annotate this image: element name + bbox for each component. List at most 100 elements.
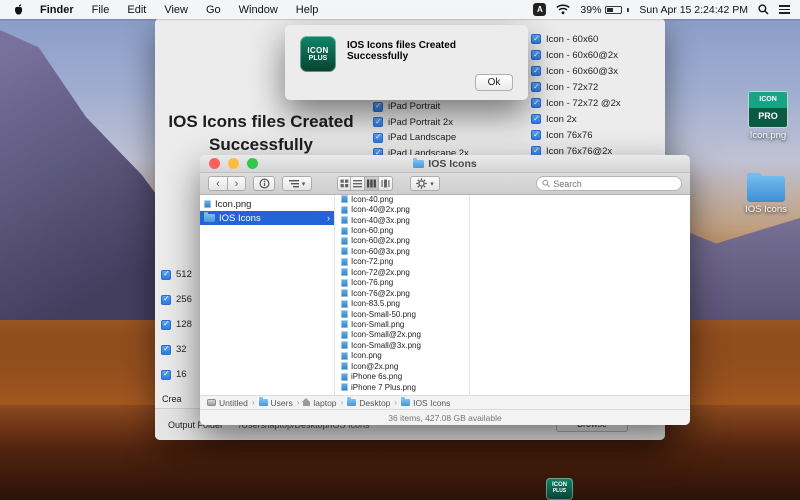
- checkbox-row[interactable]: Icon - 60x60@3x: [531, 63, 621, 79]
- file-row[interactable]: Icon-Small-50.png: [335, 309, 469, 319]
- checkbox-row[interactable]: 128: [161, 312, 192, 337]
- checkbox-checked[interactable]: [531, 114, 541, 124]
- back-button[interactable]: ‹: [208, 176, 227, 191]
- checkbox-checked[interactable]: [161, 319, 171, 330]
- checkbox-row[interactable]: 16: [161, 362, 192, 387]
- column-view-button[interactable]: [365, 176, 379, 191]
- checkbox-row[interactable]: Icon - 60x60@2x: [531, 47, 621, 63]
- desktop-icon-icon-png[interactable]: ICON PRO Icon.png: [740, 91, 796, 141]
- file-row[interactable]: Icon-76.png: [335, 278, 469, 288]
- checkbox-checked[interactable]: [531, 66, 541, 76]
- checkbox-checked[interactable]: [531, 98, 541, 108]
- checkbox-checked[interactable]: [161, 369, 171, 380]
- path-item-current-folder[interactable]: IOS Icons: [401, 397, 450, 408]
- folder-icon: [204, 212, 215, 222]
- checkbox-row[interactable]: Icon - 72x72: [531, 79, 621, 95]
- checkbox-checked[interactable]: [531, 130, 541, 140]
- list-item-selected[interactable]: IOS Icons ›: [200, 211, 334, 225]
- file-row[interactable]: Icon@2x.png: [335, 361, 469, 371]
- file-name: Icon.png: [215, 198, 252, 210]
- search-input[interactable]: [553, 178, 676, 189]
- dock-app-icon[interactable]: ICON PLUS: [546, 478, 573, 500]
- checkbox-label: 256: [176, 294, 192, 305]
- checkbox-row[interactable]: Icon - 60x60: [531, 31, 621, 47]
- icon-view-button[interactable]: [337, 176, 351, 191]
- checkbox-checked[interactable]: [373, 117, 383, 128]
- checkbox-label: Icon - 72x72: [546, 81, 599, 93]
- menu-item[interactable]: Edit: [118, 4, 155, 16]
- checkbox-row[interactable]: Icon - 72x72 @2x: [531, 95, 621, 111]
- apple-menu[interactable]: [0, 3, 31, 16]
- checkbox-row[interactable]: 256: [161, 287, 192, 312]
- forward-button[interactable]: ›: [227, 176, 246, 191]
- file-row[interactable]: Icon-40.png: [335, 195, 469, 204]
- checkbox-checked[interactable]: [531, 50, 541, 60]
- browser-column-2: Icon-40.png Icon-40@2x.png Icon-40@3x.pn…: [335, 195, 470, 395]
- file-row[interactable]: Icon-72@2x.png: [335, 267, 469, 277]
- checkbox-checked[interactable]: [161, 269, 171, 280]
- file-row[interactable]: iPhone 7 Plus.png: [335, 382, 469, 392]
- notification-center-icon[interactable]: [779, 5, 790, 14]
- checkbox-row[interactable]: iPad Portrait: [373, 99, 469, 115]
- file-row[interactable]: Icon-60@2x.png: [335, 236, 469, 246]
- close-button[interactable]: [209, 158, 220, 169]
- alert-dialog: ICON PLUS IOS Icons files Created Succes…: [285, 25, 528, 100]
- file-row[interactable]: Icon-76@2x.png: [335, 288, 469, 298]
- file-row[interactable]: Icon-60@3x.png: [335, 246, 469, 256]
- battery-indicator[interactable]: 39%: [580, 4, 630, 16]
- info-button[interactable]: [253, 176, 275, 191]
- ok-button[interactable]: Ok: [475, 74, 513, 91]
- list-item[interactable]: Icon.png: [200, 197, 334, 211]
- file-row[interactable]: Icon-72.png: [335, 257, 469, 267]
- checkbox-row[interactable]: iPad Landscape: [373, 130, 469, 146]
- finder-titlebar[interactable]: IOS Icons: [200, 155, 690, 173]
- menu-item[interactable]: Go: [197, 4, 230, 16]
- file-row[interactable]: Icon-60.png: [335, 225, 469, 235]
- file-row[interactable]: Icon-40@3x.png: [335, 215, 469, 225]
- zoom-button[interactable]: [247, 158, 258, 169]
- file-row[interactable]: Icon.png: [335, 351, 469, 361]
- list-view-button[interactable]: [351, 176, 365, 191]
- path-item-home[interactable]: laptop: [302, 398, 337, 408]
- wifi-icon[interactable]: [556, 4, 571, 15]
- checkbox-checked[interactable]: [161, 294, 171, 305]
- path-label: Users: [270, 397, 293, 408]
- checkbox-label: Icon 76x76: [546, 129, 593, 141]
- file-row[interactable]: Icon-Small.png: [335, 319, 469, 329]
- menu-item[interactable]: Help: [287, 4, 328, 16]
- minimize-button[interactable]: [228, 158, 239, 169]
- menu-item[interactable]: View: [155, 4, 197, 16]
- app-menu-finder[interactable]: Finder: [31, 4, 83, 16]
- file-row[interactable]: Icon-83.5.png: [335, 298, 469, 308]
- checkbox-row[interactable]: 512: [161, 262, 192, 287]
- action-button[interactable]: ▾: [410, 176, 440, 191]
- checkbox-row[interactable]: Icon 76x76: [531, 127, 621, 143]
- file-row[interactable]: Icon-40@2x.png: [335, 204, 469, 214]
- desktop-icon-ios-icons-folder[interactable]: IOS Icons: [738, 172, 794, 215]
- file-name: Icon-83.5.png: [351, 299, 400, 309]
- checkbox-checked[interactable]: [161, 344, 171, 355]
- path-item-desktop[interactable]: Desktop: [347, 397, 390, 408]
- checkbox-checked[interactable]: [373, 132, 383, 143]
- input-source-icon[interactable]: A: [533, 3, 547, 16]
- path-item-users[interactable]: Users: [258, 397, 293, 408]
- menu-item[interactable]: Window: [230, 4, 287, 16]
- menu-item[interactable]: File: [83, 4, 119, 16]
- checkbox-checked[interactable]: [373, 101, 383, 112]
- file-name: Icon-Small@2x.png: [351, 330, 421, 340]
- menu-bar-clock[interactable]: Sun Apr 15 2:24:42 PM: [639, 4, 748, 16]
- file-row[interactable]: Icon-Small@3x.png: [335, 340, 469, 350]
- file-row[interactable]: iPhone 6s.png: [335, 371, 469, 381]
- checkbox-row[interactable]: iPad Portrait 2x: [373, 115, 469, 131]
- path-item-disk[interactable]: Untitled: [207, 398, 248, 408]
- checkbox-row[interactable]: Icon 2x: [531, 111, 621, 127]
- checkbox-checked[interactable]: [531, 34, 541, 44]
- spotlight-icon[interactable]: [758, 4, 769, 15]
- file-row[interactable]: Icon-Small@2x.png: [335, 330, 469, 340]
- coverflow-view-button[interactable]: [379, 176, 393, 191]
- search-field[interactable]: [536, 176, 682, 191]
- checkbox-checked[interactable]: [531, 82, 541, 92]
- image-file-icon: [341, 289, 348, 298]
- arrange-button[interactable]: ▾: [282, 176, 312, 191]
- checkbox-row[interactable]: 32: [161, 337, 192, 362]
